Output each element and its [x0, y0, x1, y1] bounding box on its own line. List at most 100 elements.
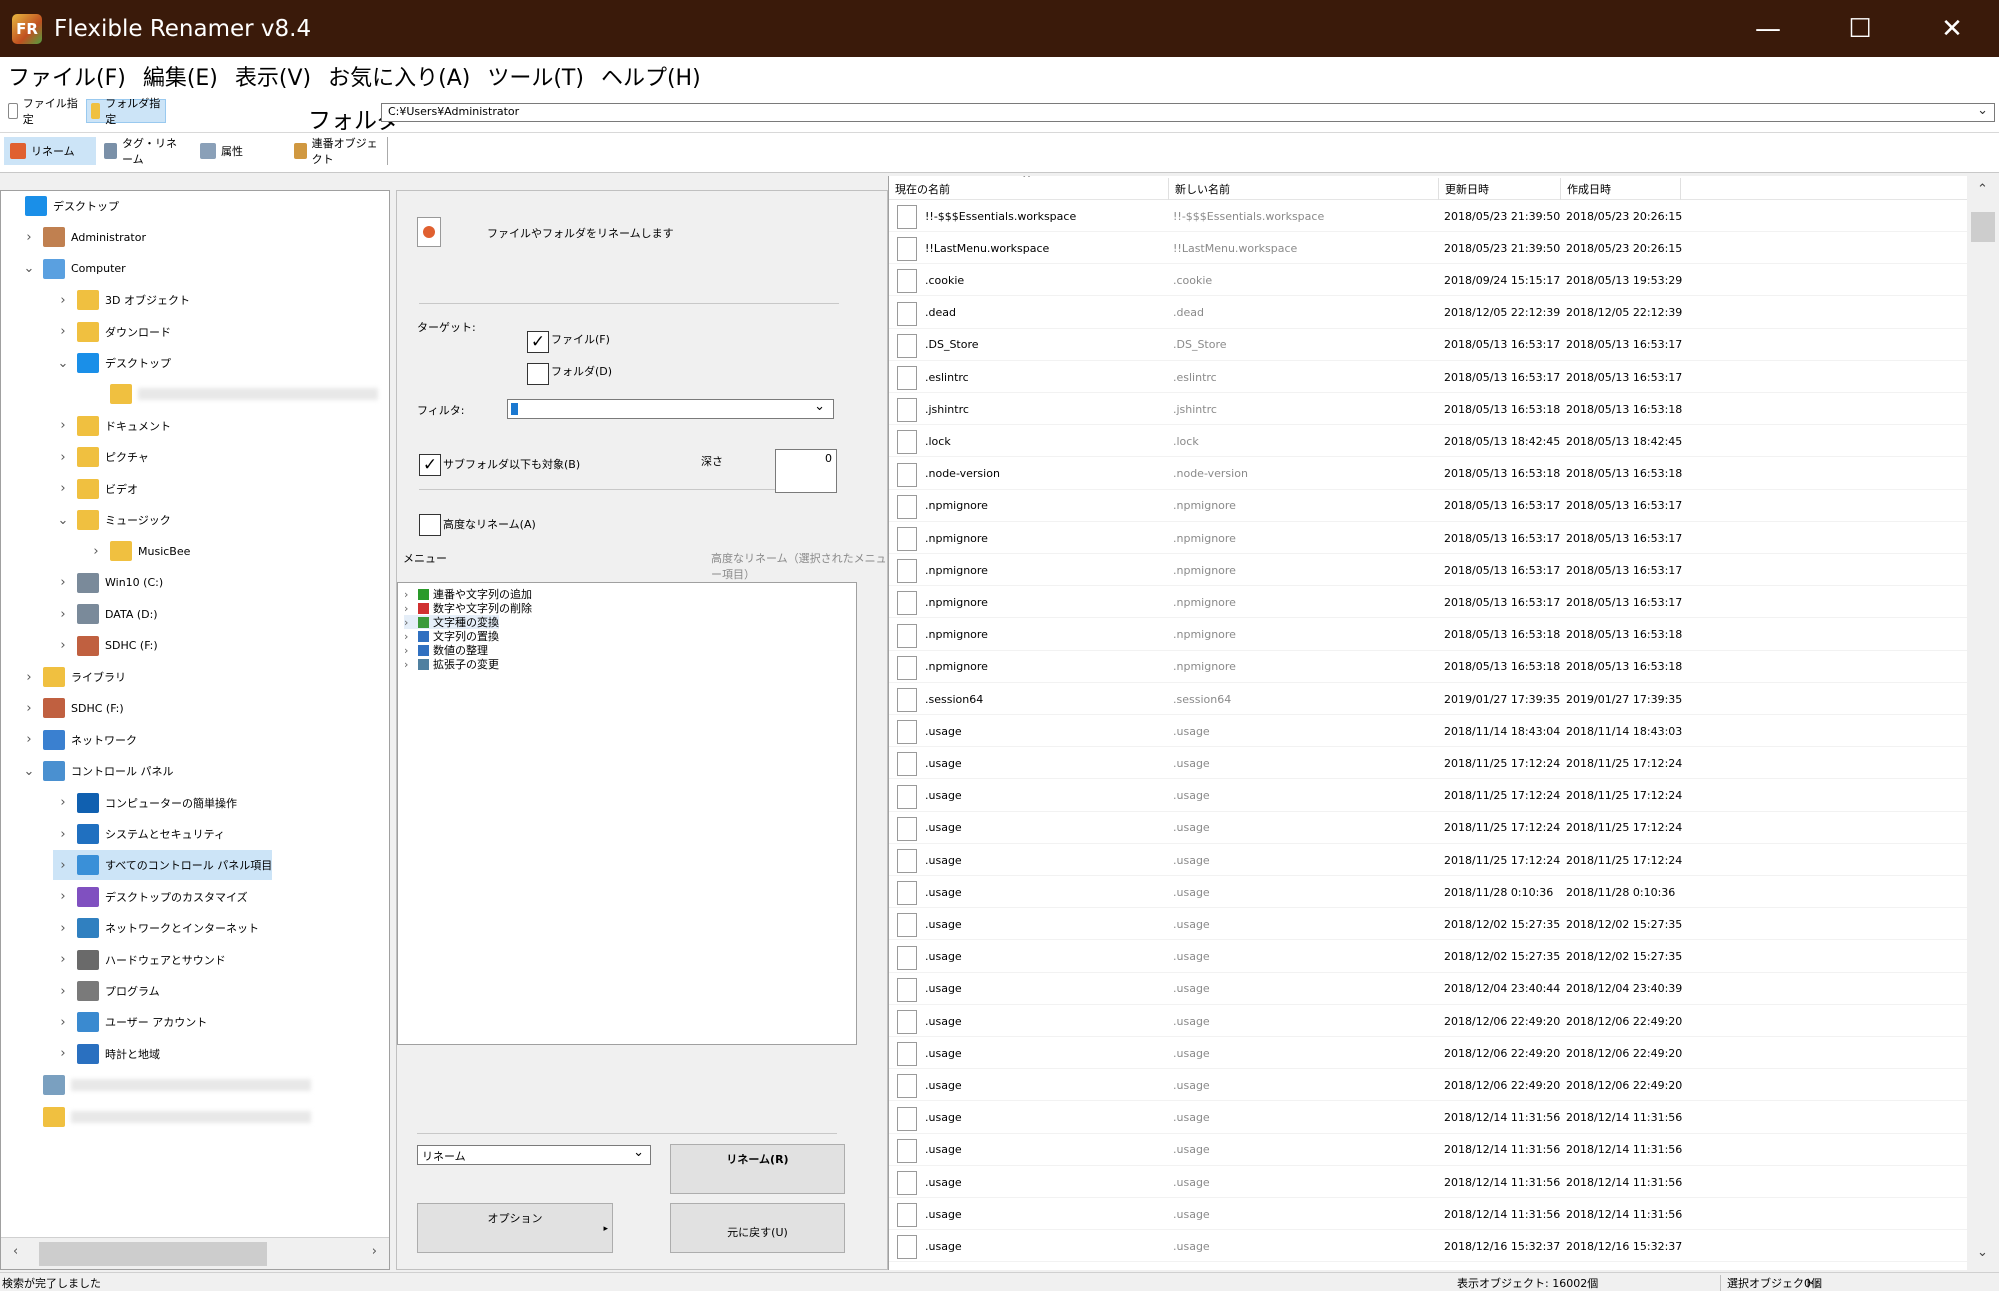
tree-item[interactable]: › コンピューターの簡単操作: [53, 788, 237, 818]
tree-item[interactable]: [86, 379, 378, 409]
chevron-icon[interactable]: ›: [404, 630, 414, 643]
chevron-icon[interactable]: ›: [404, 602, 414, 615]
table-row[interactable]: .usage .usage 2018/11/14 18:43:04 2018/11/1…: [889, 715, 1967, 748]
menu-tree-item[interactable]: › 数字や文字列の削除: [404, 601, 532, 616]
chevron-icon[interactable]: ›: [53, 324, 73, 339]
chevron-icon[interactable]: ›: [404, 658, 414, 671]
chevron-icon[interactable]: ›: [53, 481, 73, 496]
chevron-icon[interactable]: ⌄: [19, 261, 39, 276]
table-row[interactable]: .usage .usage 2018/12/14 11:31:56 2018/12/1…: [889, 1198, 1967, 1231]
chevron-icon[interactable]: ›: [53, 575, 73, 590]
chevron-left-icon[interactable]: ‹: [13, 1244, 18, 1259]
table-row[interactable]: .usage .usage 2018/12/14 11:31:56 2018/12/1…: [889, 1166, 1967, 1198]
chevron-icon[interactable]: ›: [53, 418, 73, 433]
tree-item[interactable]: [19, 1070, 311, 1100]
chevron-icon[interactable]: ›: [53, 827, 73, 842]
chevron-icon[interactable]: ›: [53, 795, 73, 810]
tree-item[interactable]: › Administrator: [19, 222, 146, 252]
advanced-rename-checkbox[interactable]: [419, 514, 441, 536]
tree-item[interactable]: › ダウンロード: [53, 317, 171, 347]
tree-item[interactable]: › ハードウェアとサウンド: [53, 945, 226, 975]
tree-item[interactable]: › すべてのコントロール パネル項目: [53, 850, 273, 881]
table-row[interactable]: .lock .lock 2018/05/13 18:42:45 2018/05/13 …: [889, 425, 1967, 458]
tab-rename[interactable]: リネーム: [4, 137, 96, 165]
tree-item[interactable]: › プログラム: [53, 976, 160, 1006]
menu-favorites[interactable]: お気に入り(A): [326, 60, 472, 92]
table-row[interactable]: .usage .usage 2018/11/25 17:12:24 2018/11/2…: [889, 812, 1967, 844]
rename-menu-tree[interactable]: › 連番や文字列の追加 › 数字や文字列の削除 › 文字種の変換 › 文字列の置換 › 数値の整理…: [397, 582, 857, 1045]
chevron-icon[interactable]: ›: [53, 450, 73, 465]
tab-file-mode[interactable]: ファイル指定: [4, 97, 84, 126]
menu-tree-item[interactable]: › 文字種の変換: [404, 615, 499, 629]
rename-button[interactable]: リネーム(R): [670, 1144, 845, 1194]
tree-item[interactable]: › SDHC (F:): [19, 693, 124, 723]
menu-file[interactable]: ファイル(F): [6, 60, 128, 92]
column-new-name[interactable]: 新しい名前: [1169, 178, 1439, 200]
table-row[interactable]: .DS_Store .DS_Store 2018/05/13 16:53:17 201…: [889, 329, 1967, 361]
chevron-right-icon[interactable]: ›: [372, 1244, 377, 1259]
chevron-icon[interactable]: ›: [53, 1046, 73, 1061]
menu-tree-item[interactable]: › 文字列の置換: [404, 629, 499, 644]
table-row[interactable]: .usage .usage 2018/12/04 23:40:44 2018/12/0…: [889, 973, 1967, 1005]
vertical-scrollbar[interactable]: ⌃ ⌄: [1967, 176, 1999, 1270]
minimize-button[interactable]: —: [1722, 0, 1814, 57]
table-row[interactable]: .usage .usage 2018/12/06 22:49:20 2018/12/0…: [889, 1005, 1967, 1037]
tree-item[interactable]: [19, 1102, 311, 1132]
chevron-icon[interactable]: ⌄: [53, 513, 73, 528]
tree-item[interactable]: › ネットワークとインターネット: [53, 913, 259, 943]
table-row[interactable]: .npmignore .npmignore 2018/05/13 16:53:17 2…: [889, 522, 1967, 554]
tree-item[interactable]: › ビデオ: [53, 474, 138, 504]
chevron-icon[interactable]: ›: [86, 544, 106, 559]
column-modified[interactable]: 更新日時: [1439, 178, 1561, 200]
tree-item[interactable]: › ユーザー アカウント: [53, 1007, 207, 1037]
chevron-icon[interactable]: ›: [53, 1015, 73, 1030]
chevron-icon[interactable]: ›: [404, 644, 414, 657]
tab-folder-mode[interactable]: フォルダ指定: [86, 97, 166, 126]
chevron-down-icon[interactable]: ⌄: [1977, 1245, 1988, 1260]
menu-tree-item[interactable]: › 拡張子の変更: [404, 657, 499, 672]
menu-tree-item[interactable]: › 連番や文字列の追加: [404, 587, 532, 602]
tree-item[interactable]: › 時計と地域: [53, 1039, 160, 1069]
menu-view[interactable]: 表示(V): [233, 60, 313, 92]
subfolder-checkbox[interactable]: ✓: [419, 454, 441, 476]
table-row[interactable]: .usage .usage 2018/11/28 0:10:36 2018/11/28…: [889, 876, 1967, 909]
chevron-icon[interactable]: ›: [53, 293, 73, 308]
table-row[interactable]: .usage .usage 2018/12/14 11:31:56 2018/12/1…: [889, 1134, 1967, 1166]
close-button[interactable]: ✕: [1906, 0, 1998, 57]
tree-item[interactable]: › DATA (D:): [53, 599, 158, 629]
tree-item[interactable]: › ネットワーク: [19, 725, 137, 755]
tree-item[interactable]: › ドキュメント: [53, 411, 171, 441]
table-row[interactable]: .session64 .session64 2019/01/27 17:39:35 2…: [889, 683, 1967, 715]
tree-item[interactable]: › デスクトップのカスタマイズ: [53, 882, 248, 912]
tab-tag-rename[interactable]: タグ・リネーム: [98, 137, 190, 166]
table-row[interactable]: .cookie .cookie 2018/09/24 15:15:17 2018/05…: [889, 264, 1967, 297]
chevron-icon[interactable]: ›: [404, 588, 414, 601]
chevron-down-icon[interactable]: ⌄: [814, 399, 825, 414]
chevron-icon[interactable]: ⌄: [19, 764, 39, 779]
chevron-icon[interactable]: ›: [404, 616, 414, 629]
tree-item[interactable]: デスクトップ: [1, 191, 119, 221]
tree-item[interactable]: › MusicBee: [86, 536, 190, 566]
tree-item[interactable]: › Win10 (C:): [53, 568, 163, 598]
table-row[interactable]: .usage .usage 2018/11/25 17:12:24 2018/11/2…: [889, 747, 1967, 780]
tree-item[interactable]: › SDHC (F:): [53, 631, 158, 661]
chevron-icon[interactable]: ⌄: [53, 356, 73, 371]
tab-attributes[interactable]: 属性: [194, 137, 286, 165]
table-row[interactable]: .eslintrc .eslintrc 2018/05/13 16:53:17 201…: [889, 361, 1967, 393]
column-created[interactable]: 作成日時: [1561, 178, 1681, 200]
maximize-button[interactable]: ☐: [1814, 0, 1906, 57]
table-row[interactable]: .usage .usage 2018/12/02 15:27:35 2018/12/0…: [889, 941, 1967, 973]
folder-path-input[interactable]: C:¥Users¥Administrator ⌄: [381, 103, 1995, 122]
table-row[interactable]: .dead .dead 2018/12/05 22:12:39 2018/12/05 …: [889, 297, 1967, 329]
tree-item[interactable]: ⌄ ミュージック: [53, 505, 171, 535]
table-row[interactable]: !!LastMenu.workspace !!LastMenu.workspace…: [889, 232, 1967, 265]
chevron-icon[interactable]: ›: [53, 607, 73, 622]
table-row[interactable]: .usage .usage 2018/12/06 22:49:20 2018/12/0…: [889, 1037, 1967, 1070]
option-button[interactable]: オプション ▸: [417, 1203, 613, 1253]
chevron-icon[interactable]: ›: [53, 921, 73, 936]
tab-sequence-object[interactable]: 連番オブジェクト: [288, 137, 388, 166]
menu-tree-item[interactable]: › 数値の整理: [404, 643, 488, 658]
depth-input[interactable]: 0: [775, 449, 837, 493]
chevron-down-icon[interactable]: ⌄: [1977, 103, 1988, 118]
table-row[interactable]: .npmignore .npmignore 2018/05/13 16:53:17 2…: [889, 554, 1967, 587]
